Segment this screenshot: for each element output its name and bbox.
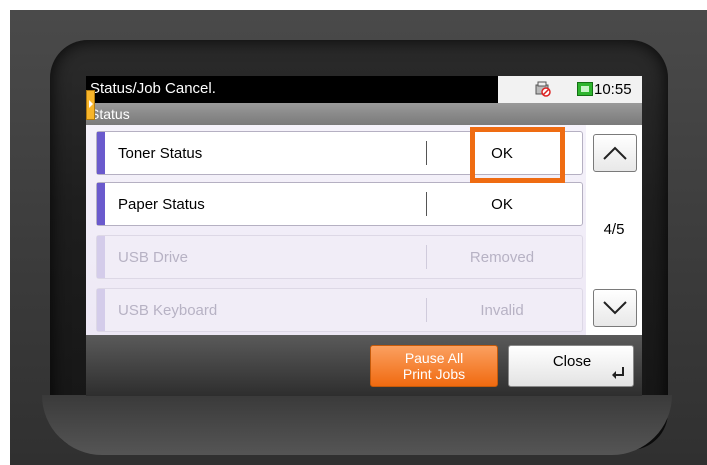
page-indicator: 4/5 xyxy=(603,221,625,238)
row-accent xyxy=(97,183,105,225)
sub-header-title: Status xyxy=(90,106,130,122)
no-fax-icon xyxy=(535,81,551,97)
row-accent xyxy=(97,132,105,174)
bezel-lip xyxy=(42,395,672,455)
row-accent xyxy=(97,289,105,331)
pause-label-line1: Pause All xyxy=(404,350,464,366)
chevron-up-icon xyxy=(603,146,627,160)
row-value: Removed xyxy=(469,249,535,266)
row-label: Toner Status xyxy=(118,145,203,162)
row-usb-keyboard: USB Keyboard Invalid xyxy=(96,288,583,332)
title-bar: Status/Job Cancel. 10:55 xyxy=(86,76,642,103)
status-tray: 10:55 xyxy=(498,76,642,103)
clock: 10:55 xyxy=(594,81,632,98)
scroll-up-button[interactable] xyxy=(593,134,637,172)
close-button[interactable]: Close xyxy=(508,345,634,387)
row-accent xyxy=(97,236,105,278)
scroll-panel: 4/5 xyxy=(586,125,642,335)
sub-header: Status xyxy=(86,103,642,125)
row-label: Paper Status xyxy=(118,196,205,213)
network-status-icon xyxy=(577,82,593,96)
pause-label-line2: Print Jobs xyxy=(402,366,466,382)
row-label: USB Keyboard xyxy=(118,302,218,319)
row-usb-drive: USB Drive Removed xyxy=(96,235,583,279)
touch-screen: Status/Job Cancel. 10:55 Status Toner St… xyxy=(86,76,642,396)
scroll-down-button[interactable] xyxy=(593,289,637,327)
row-value: Invalid xyxy=(480,302,524,319)
row-label: USB Drive xyxy=(118,249,189,266)
side-menu-tab[interactable] xyxy=(86,90,95,120)
chevron-down-icon xyxy=(603,301,627,315)
screen-title: Status/Job Cancel. xyxy=(90,80,216,97)
ok-value-highlight xyxy=(470,127,565,183)
pause-all-print-jobs-button[interactable]: Pause All Print Jobs xyxy=(370,345,498,387)
row-paper-status[interactable]: Paper Status OK xyxy=(96,182,583,226)
enter-icon xyxy=(612,367,624,379)
bottom-bar: Pause All Print Jobs Close xyxy=(86,335,642,396)
row-value: OK xyxy=(491,196,513,213)
